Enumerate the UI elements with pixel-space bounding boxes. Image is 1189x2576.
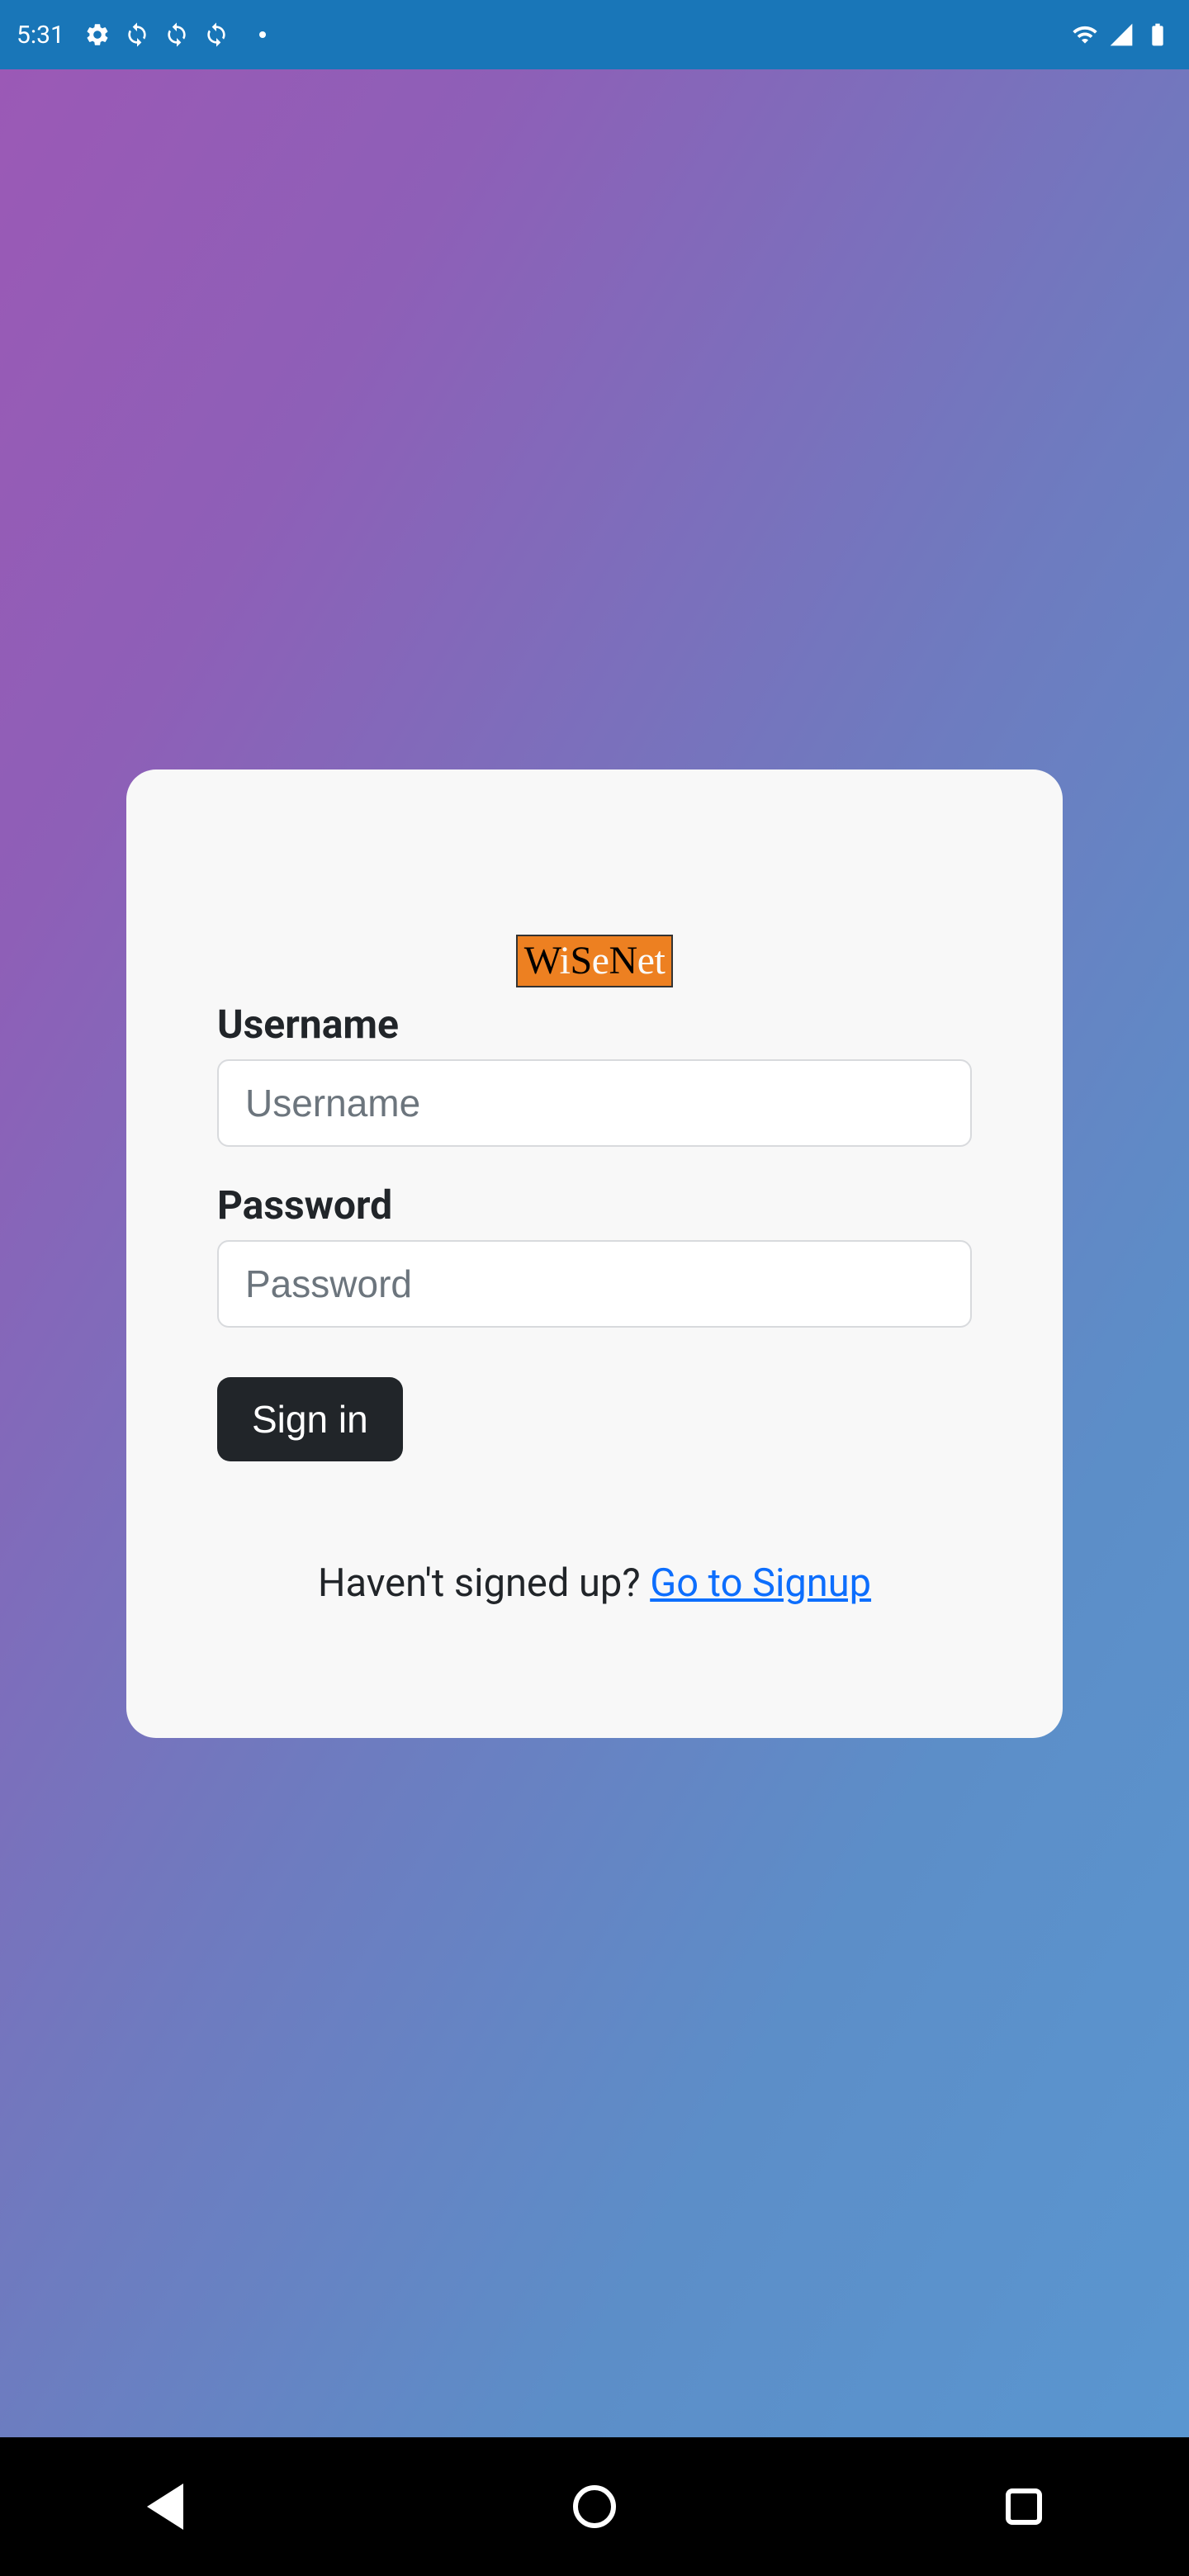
signup-prompt: Haven't signed up? Go to Signup — [217, 1560, 972, 1606]
logo-container: WiSeNet — [217, 935, 972, 987]
wifi-icon — [1070, 21, 1100, 48]
home-button[interactable] — [561, 2474, 628, 2540]
navigation-bar — [0, 2437, 1189, 2576]
status-right — [1070, 21, 1172, 48]
recent-icon — [1006, 2488, 1042, 2525]
recent-apps-button[interactable] — [958, 2474, 1024, 2540]
password-group: Password — [217, 1181, 972, 1328]
app-logo: WiSeNet — [516, 935, 674, 987]
signup-link[interactable]: Go to Signup — [650, 1560, 871, 1606]
signup-text: Haven't signed up? — [318, 1560, 650, 1606]
username-label: Username — [217, 1001, 972, 1048]
status-icons-group — [84, 21, 266, 48]
back-button[interactable] — [165, 2474, 231, 2540]
home-icon — [573, 2485, 616, 2528]
gear-icon — [84, 21, 111, 48]
password-input[interactable] — [217, 1240, 972, 1328]
signal-icon — [1106, 21, 1136, 48]
dot-icon — [259, 31, 266, 38]
status-left: 5:31 — [17, 21, 266, 50]
status-time: 5:31 — [17, 21, 64, 50]
password-label: Password — [217, 1181, 972, 1229]
battery-icon — [1143, 21, 1172, 48]
sync-icon-3 — [203, 21, 230, 48]
back-icon — [147, 2484, 183, 2530]
login-card: WiSeNet Username Password Sign in Haven'… — [126, 769, 1063, 1738]
status-bar: 5:31 — [0, 0, 1189, 69]
sync-icon-2 — [163, 21, 190, 48]
main-content: WiSeNet Username Password Sign in Haven'… — [0, 69, 1189, 2437]
username-group: Username — [217, 1001, 972, 1147]
sync-icon-1 — [124, 21, 150, 48]
signin-button[interactable]: Sign in — [217, 1377, 403, 1461]
username-input[interactable] — [217, 1059, 972, 1147]
